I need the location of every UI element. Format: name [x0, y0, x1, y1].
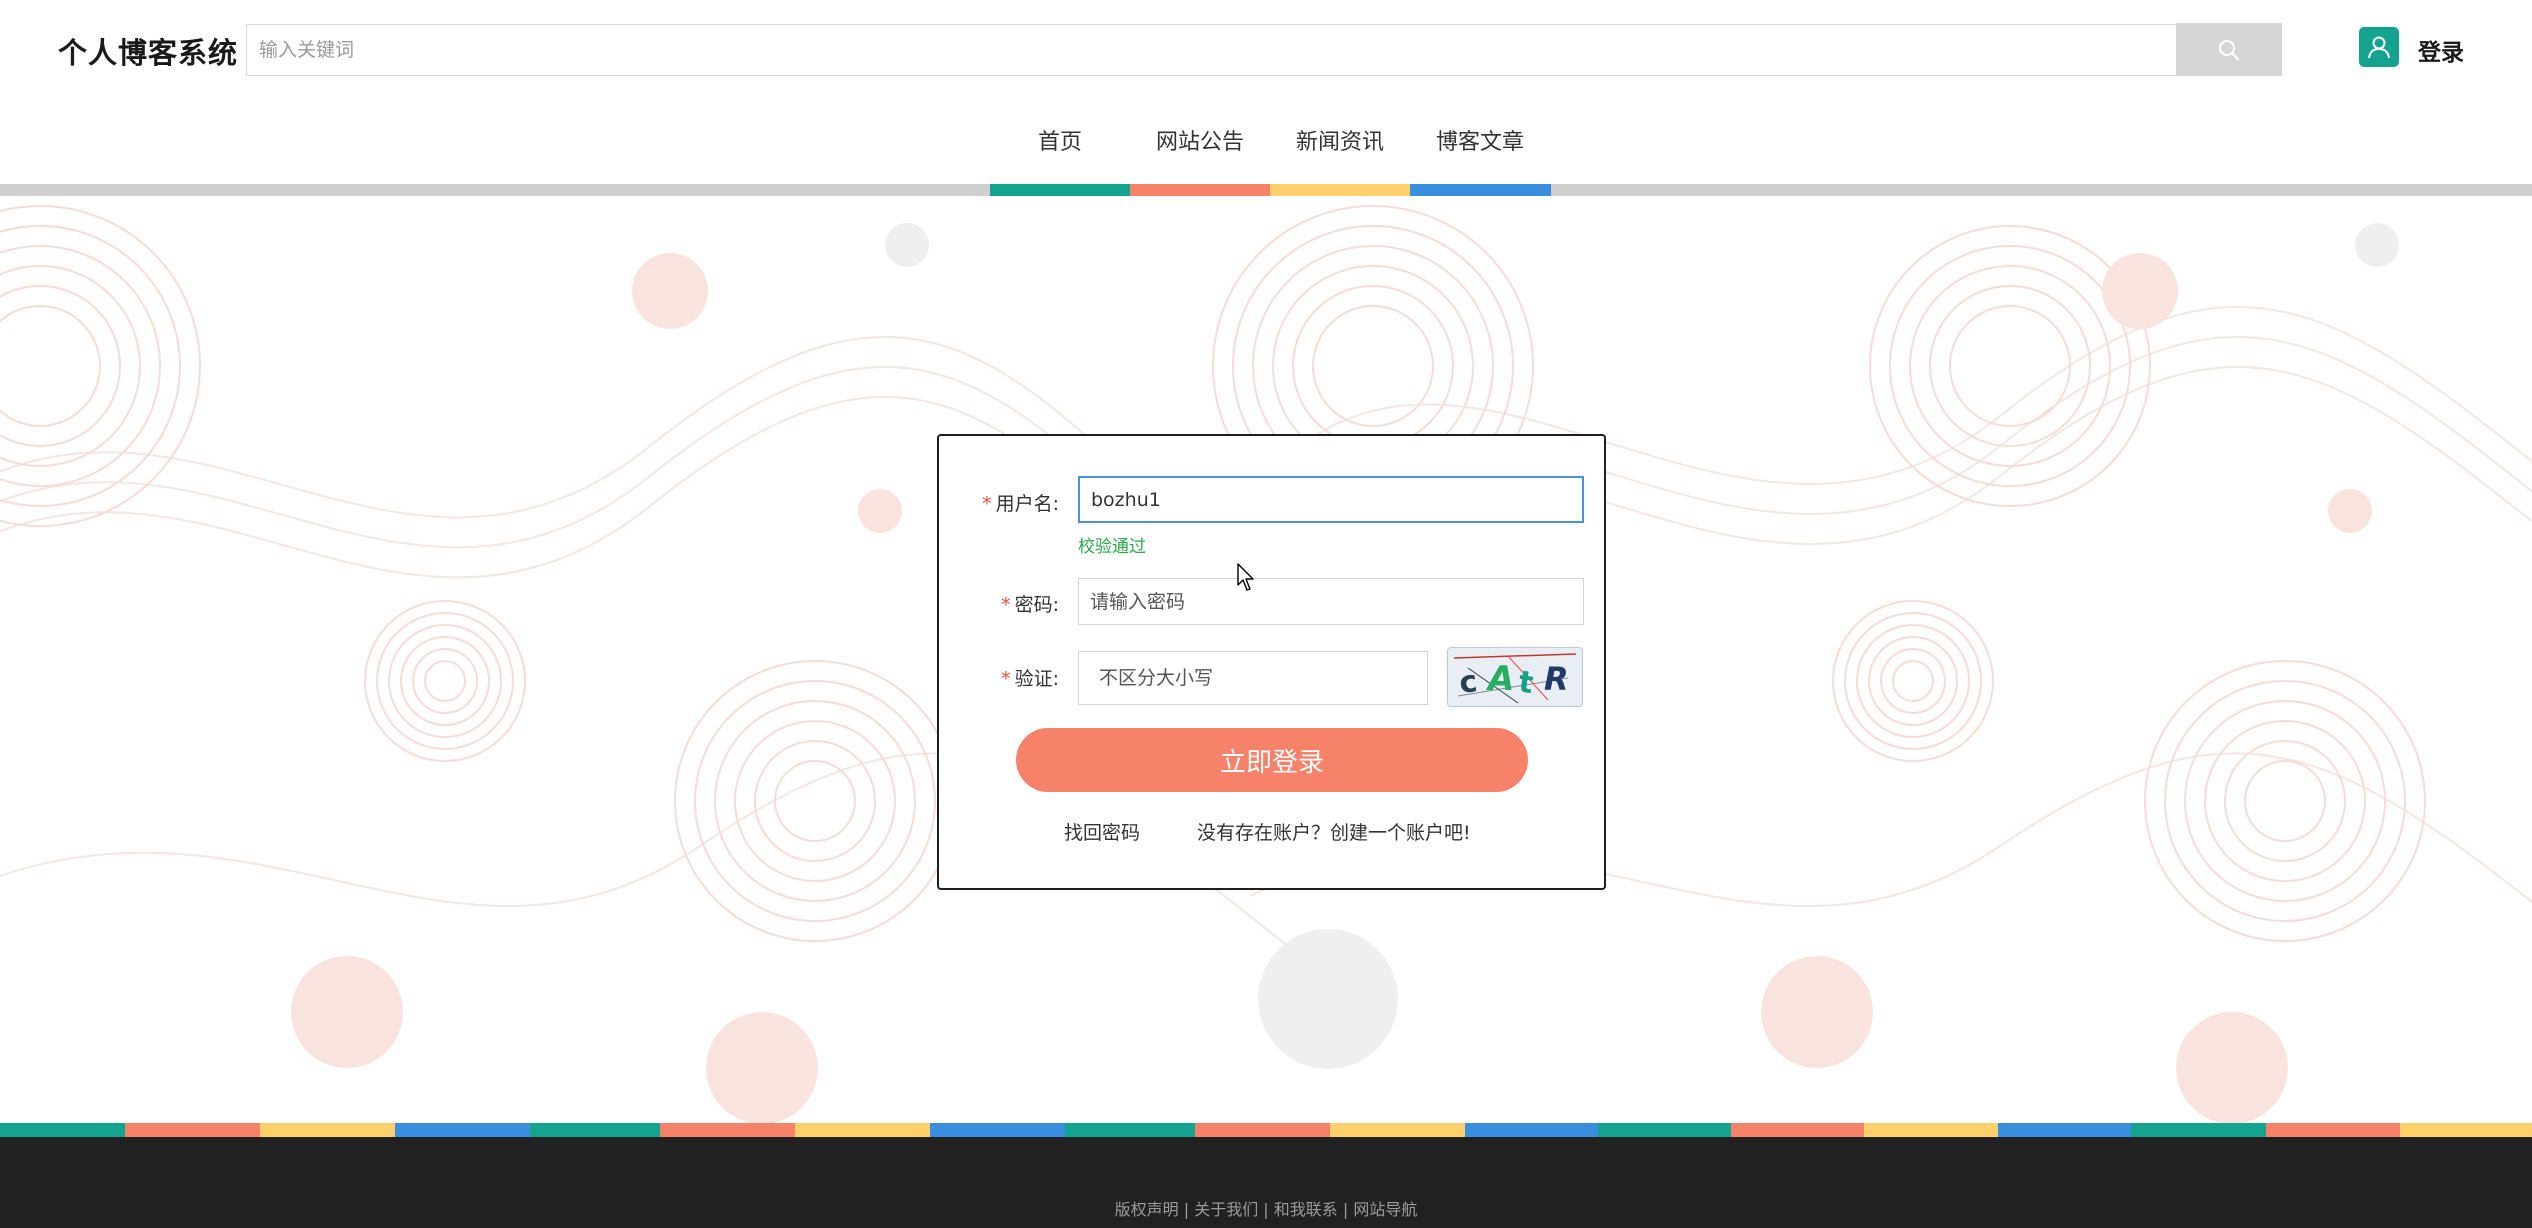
username-label: * 用户名:	[982, 493, 1059, 515]
footer-separator: |	[1342, 1200, 1349, 1219]
footer-links: 版权声明 | 关于我们 | 和我联系 | 网站导航	[0, 1196, 2532, 1220]
footer-stripe-14	[1731, 1123, 1864, 1137]
footer-stripe-9	[1065, 1123, 1195, 1137]
username-valid-message: 校验通过	[1078, 537, 1146, 557]
footer-stripe-13	[1598, 1123, 1731, 1137]
captcha-image[interactable]: c A t R	[1447, 647, 1583, 707]
footer-link-contact[interactable]: 和我联系	[1274, 1200, 1338, 1219]
password-field[interactable]	[1078, 578, 1584, 625]
footer-separator: |	[1183, 1200, 1190, 1219]
captcha-char-2: A	[1485, 659, 1514, 699]
footer-stripe-11	[1330, 1123, 1465, 1137]
nav-item-home[interactable]: 首页	[990, 128, 1130, 188]
user-icon	[2368, 36, 2390, 59]
captcha-char-1: c	[1458, 664, 1479, 701]
captcha-char-4: R	[1544, 660, 1569, 698]
footer-link-copyright[interactable]: 版权声明	[1115, 1200, 1179, 1219]
mouse-cursor-icon	[1237, 563, 1254, 591]
footer-stripe-15	[1864, 1123, 1998, 1137]
footer-stripe-5	[530, 1123, 660, 1137]
login-submit-button[interactable]: 立即登录	[1016, 728, 1528, 792]
nav-stripe-announcements	[1130, 184, 1270, 196]
footer-stripe-10	[1195, 1123, 1330, 1137]
footer-stripe-17	[2131, 1123, 2266, 1137]
search-box	[246, 24, 2182, 76]
footer-stripe-18	[2266, 1123, 2400, 1137]
username-field[interactable]	[1078, 476, 1584, 523]
footer-stripe-8	[930, 1123, 1065, 1137]
password-label: * 密码:	[1001, 594, 1059, 616]
footer-stripe-7	[795, 1123, 930, 1137]
footer-stripe-16	[1998, 1123, 2131, 1137]
footer-stripe-12	[1465, 1123, 1598, 1137]
login-link[interactable]: 登录	[2418, 33, 2464, 67]
search-input[interactable]	[247, 25, 2175, 75]
footer-stripe-1	[0, 1123, 125, 1137]
search-button[interactable]	[2176, 23, 2282, 76]
search-icon	[2219, 39, 2240, 60]
user-avatar[interactable]	[2359, 27, 2399, 67]
register-link[interactable]: 没有存在账户？创建一个账户吧!	[1197, 818, 1471, 845]
nav-item-blog-articles[interactable]: 博客文章	[1410, 128, 1550, 188]
footer: 版权声明 | 关于我们 | 和我联系 | 网站导航	[0, 1137, 2532, 1228]
forgot-password-link[interactable]: 找回密码	[1064, 818, 1140, 845]
captcha-label: * 验证:	[1001, 668, 1059, 690]
footer-stripe-19	[2400, 1123, 2532, 1137]
footer-stripe-4	[395, 1123, 530, 1137]
captcha-field[interactable]	[1078, 651, 1428, 705]
footer-stripe-3	[260, 1123, 395, 1137]
captcha-graphic: c A t R	[1453, 653, 1577, 704]
nav-item-announcements[interactable]: 网站公告	[1130, 128, 1270, 188]
nav-stripe-blog-articles	[1410, 184, 1551, 196]
main-nav: 首页 网站公告 新闻资讯 博客文章	[990, 128, 1550, 188]
captcha-char-3: t	[1516, 665, 1535, 702]
footer-link-about[interactable]: 关于我们	[1194, 1200, 1258, 1219]
nav-stripe-news	[1270, 184, 1410, 196]
header: 个人博客系统 登录	[0, 0, 2532, 98]
site-title[interactable]: 个人博客系统	[58, 30, 238, 72]
footer-stripe-2	[125, 1123, 260, 1137]
footer-stripe-6	[660, 1123, 795, 1137]
footer-separator: |	[1263, 1200, 1269, 1219]
nav-stripe-home	[990, 184, 1130, 196]
footer-link-sitemap[interactable]: 网站导航	[1353, 1200, 1417, 1219]
nav-item-news[interactable]: 新闻资讯	[1270, 128, 1410, 188]
login-form: *用户名: 校验通过 *密码: *验证: c A t R 立即登录 找回密码 没…	[937, 434, 1606, 890]
